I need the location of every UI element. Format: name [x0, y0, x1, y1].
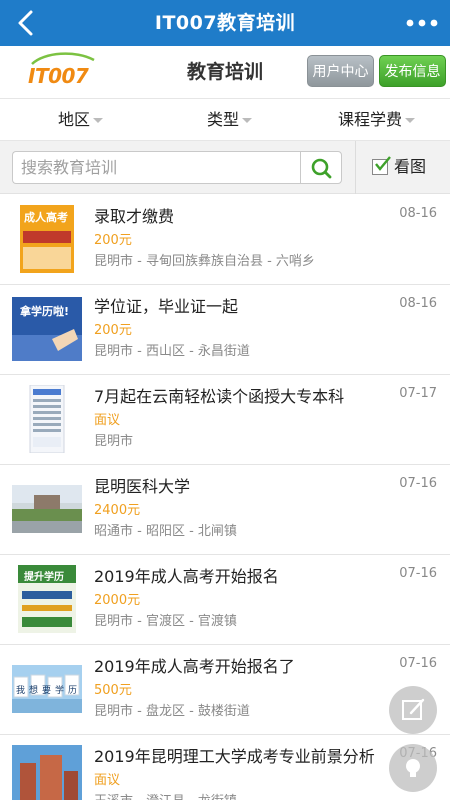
- view-images-label: 看图: [394, 157, 427, 176]
- more-options-icon[interactable]: [402, 8, 442, 38]
- caret-down-icon: [93, 118, 104, 123]
- user-center-button[interactable]: 用户中心: [307, 55, 374, 87]
- scroll-top-fab-button[interactable]: [389, 744, 437, 792]
- listing-title: 2019年成人高考开始报名: [94, 567, 279, 586]
- listing-location: 昆明市 - 西山区 - 永昌街道: [94, 344, 250, 359]
- search-bar: 看图: [0, 141, 450, 194]
- list-item[interactable]: 7月起在云南轻松读个函授大专本科 07-17 面议 昆明市: [0, 375, 450, 465]
- listing-title: 2019年昆明理工大学成考专业前景分析: [94, 747, 375, 766]
- filter-region[interactable]: 地区: [58, 99, 104, 140]
- listing-price: 2000元: [94, 593, 141, 608]
- listing-title: 2019年成人高考开始报名了: [94, 657, 295, 676]
- list-item[interactable]: 昆明医科大学 07-16 2400元 昭通市 - 昭阳区 - 北闸镇: [0, 465, 450, 555]
- listing-thumbnail: 我想要学历: [12, 655, 82, 723]
- listing-date: 07-16: [399, 476, 437, 491]
- listing-price: 2400元: [94, 503, 141, 518]
- thumbnail-caption: 提升学历: [24, 572, 64, 583]
- listing-title: 昆明医科大学: [94, 477, 191, 496]
- listing-location: 昆明市 - 盘龙区 - 鼓楼街道: [94, 704, 250, 719]
- top-navbar: IT007教育培训: [0, 0, 450, 46]
- list-item[interactable]: 2019年昆明理工大学成考专业前景分析 07-16 面议 玉溪市 - 澄江县 -…: [0, 735, 450, 800]
- listing-thumbnail: 提升学历: [12, 565, 82, 633]
- filter-type[interactable]: 类型: [207, 99, 253, 140]
- filter-fee-label: 课程学费: [338, 110, 403, 129]
- listing-price: 200元: [94, 323, 132, 338]
- listing-date: 08-16: [399, 206, 437, 221]
- listing-location: 昆明市 - 官渡区 - 官渡镇: [94, 614, 237, 629]
- listing-thumbnail: [12, 385, 82, 453]
- listing-date: 07-16: [399, 566, 437, 581]
- listing-thumbnail: [12, 475, 82, 543]
- lightbulb-icon: [406, 759, 420, 777]
- site-name: 教育培训: [186, 61, 263, 83]
- filter-bar: 地区 类型 课程学费: [0, 98, 450, 141]
- caret-down-icon: [405, 118, 416, 123]
- list-item[interactable]: 提升学历 2019年成人高考开始报名 07-16 2000元 昆明市 - 官渡区…: [0, 555, 450, 645]
- listing-date: 07-16: [399, 656, 437, 671]
- caret-down-icon: [242, 118, 253, 123]
- check-icon: [375, 156, 391, 171]
- thumbnail-caption: 成人高考: [24, 211, 68, 224]
- listing-thumbnail: 成人高考: [12, 205, 82, 273]
- list-item[interactable]: 我想要学历 2019年成人高考开始报名了 07-16 500元 昆明市 - 盘龙…: [0, 645, 450, 735]
- listing-price: 面议: [94, 773, 121, 788]
- listing-date: 08-16: [399, 296, 437, 311]
- thumbnail-caption: 我想要学历: [16, 686, 82, 696]
- listing: 成人高考 录取才缴费 08-16 200元 昆明市 - 寻甸回族彝族自治县 - …: [0, 195, 450, 800]
- list-item[interactable]: 成人高考 录取才缴费 08-16 200元 昆明市 - 寻甸回族彝族自治县 - …: [0, 195, 450, 285]
- search-input[interactable]: [12, 151, 301, 184]
- filter-fee[interactable]: 课程学费: [338, 99, 416, 140]
- listing-location: 玉溪市 - 澄江县 - 龙街镇: [94, 790, 237, 800]
- view-images-checkbox[interactable]: [372, 156, 391, 175]
- thumbnail-caption: 拿学历啦!: [20, 305, 70, 318]
- listing-price: 500元: [94, 683, 132, 698]
- listing-price: 面议: [94, 413, 121, 428]
- listing-title: 学位证，毕业证一起: [94, 297, 239, 316]
- listing-location: 昆明市: [94, 434, 134, 449]
- divider: [355, 141, 356, 194]
- listing-title: 7月起在云南轻松读个函授大专本科: [94, 387, 345, 406]
- listing-location: 昭通市 - 昭阳区 - 北闸镇: [94, 524, 237, 539]
- listing-thumbnail: 拿学历啦!: [12, 295, 82, 363]
- search-button[interactable]: [300, 151, 342, 184]
- filter-region-label: 地区: [58, 110, 91, 129]
- listing-thumbnail: [12, 745, 82, 800]
- search-icon: [311, 158, 332, 179]
- edit-fab-button[interactable]: [389, 686, 437, 734]
- page-title: IT007教育培训: [154, 12, 296, 34]
- list-item[interactable]: 拿学历啦! 学位证，毕业证一起 08-16 200元 昆明市 - 西山区 - 永…: [0, 285, 450, 375]
- site-logo[interactable]: IT007: [24, 50, 98, 94]
- post-info-button[interactable]: 发布信息: [379, 55, 446, 87]
- logo-text: IT007: [28, 64, 89, 88]
- site-header: IT007 教育培训 用户中心 发布信息: [0, 46, 450, 98]
- listing-price: 200元: [94, 233, 132, 248]
- listing-location: 昆明市 - 寻甸回族彝族自治县 - 六哨乡: [94, 254, 315, 269]
- edit-icon: [402, 698, 425, 720]
- listing-date: 07-17: [399, 386, 437, 401]
- listing-title: 录取才缴费: [94, 207, 175, 226]
- filter-type-label: 类型: [207, 110, 240, 129]
